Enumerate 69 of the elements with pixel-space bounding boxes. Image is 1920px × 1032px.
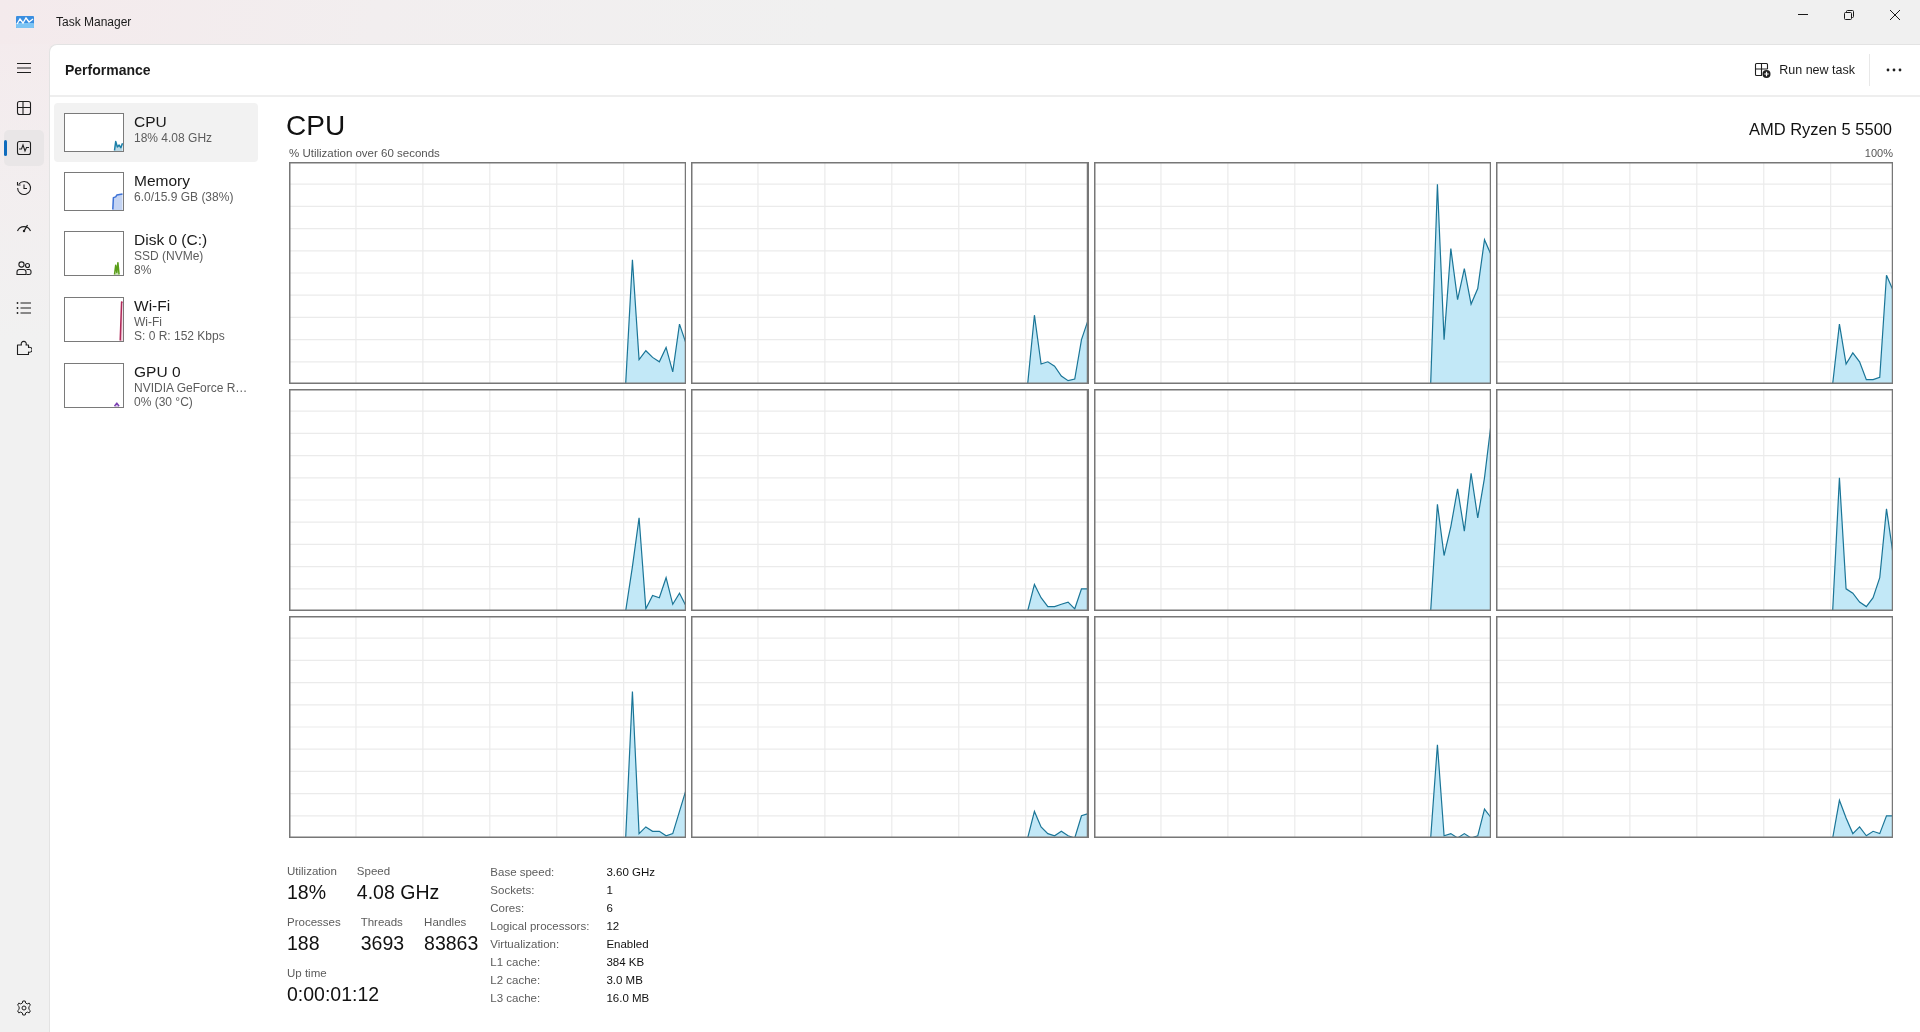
- device-name: Disk 0 (C:): [134, 231, 208, 249]
- device-item[interactable]: CPU 18% 4.08 GHz: [54, 103, 258, 162]
- device-detail: NVIDIA GeForce R…: [134, 381, 248, 395]
- device-item[interactable]: Disk 0 (C:) SSD (NVMe) 8%: [54, 221, 258, 287]
- stat-label: Utilization: [287, 864, 337, 879]
- device-name: GPU 0: [134, 363, 181, 381]
- stat-label: Up time: [287, 966, 328, 981]
- menu-icon: [16, 62, 32, 74]
- device-detail: 0% (30 °C): [134, 395, 193, 409]
- detail-label: Cores:: [490, 901, 526, 916]
- device-name: CPU: [134, 113, 167, 131]
- puzzle-icon: [16, 340, 32, 356]
- minimize-icon: [1798, 14, 1808, 15]
- detail-label: Virtualization:: [490, 937, 561, 952]
- detail-value: 3.60 GHz: [606, 865, 655, 880]
- detail-value: Enabled: [606, 937, 650, 952]
- processor-model: AMD Ryzen 5 5500: [1748, 120, 1892, 139]
- stat-value: 3693: [360, 931, 405, 956]
- stat-label: Handles: [424, 915, 468, 930]
- stat-label: Processes: [287, 915, 341, 930]
- device-detail: S: 0 R: 152 Kbps: [134, 329, 225, 343]
- device-detail: 8%: [134, 263, 152, 277]
- page-title: Performance: [65, 62, 151, 78]
- more-icon: [1886, 68, 1902, 72]
- window-plus-icon: [1754, 62, 1772, 78]
- close-icon: [1890, 9, 1900, 20]
- detail-label: Logical processors:: [490, 919, 590, 934]
- app-icon: [16, 16, 34, 28]
- stat-value: 4.08 GHz: [356, 880, 440, 905]
- device-item[interactable]: Memory 6.0/15.9 GB (38%): [54, 162, 258, 221]
- detail-label: L3 cache:: [490, 991, 542, 1006]
- device-item[interactable]: Wi-Fi Wi-Fi S: 0 R: 152 Kbps: [54, 287, 258, 353]
- detail-value: 1: [606, 883, 614, 898]
- settings-icon: [16, 1000, 32, 1016]
- detail-value: 6: [606, 901, 614, 916]
- window-title: Task Manager: [56, 15, 132, 29]
- device-detail: Wi-Fi: [134, 315, 162, 329]
- detail-value: 12: [606, 919, 621, 934]
- device-detail: 18% 4.08 GHz: [134, 131, 213, 145]
- detail-value: 3.0 MB: [606, 973, 644, 988]
- detail-label: L1 cache:: [490, 955, 542, 970]
- device-detail: 6.0/15.9 GB (38%): [134, 190, 234, 204]
- graph-caption: % Utilization over 60 seconds: [289, 147, 440, 159]
- pulse-icon: [16, 140, 32, 156]
- device-item[interactable]: GPU 0 NVIDIA GeForce R… 0% (30 °C): [54, 353, 258, 419]
- stat-value: 0:00:01:12: [287, 982, 380, 1007]
- device-name: Memory: [134, 172, 190, 190]
- list-icon: [16, 301, 32, 315]
- device-detail: SSD (NVMe): [134, 249, 204, 263]
- nav-tab[interactable]: [4, 130, 44, 166]
- selection-indicator: [4, 140, 7, 156]
- stat-value: 188: [287, 931, 321, 956]
- stat-label: Speed: [356, 864, 392, 879]
- grid-icon: [16, 100, 32, 116]
- stat-label: Threads: [360, 915, 404, 930]
- clock-icon: [16, 180, 32, 196]
- detail-label: L2 cache:: [490, 973, 542, 988]
- run-task-button[interactable]: Run new task: [1744, 56, 1865, 84]
- section-title: CPU: [286, 109, 346, 143]
- detail-label: Sockets:: [490, 883, 536, 898]
- device-name: Wi-Fi: [134, 297, 171, 315]
- graph-max-label: 100%: [1864, 147, 1893, 159]
- stat-value: 83863: [424, 931, 479, 956]
- detail-value: 384 KB: [606, 955, 646, 970]
- detail-value: 16.0 MB: [606, 991, 651, 1006]
- people-icon: [16, 260, 32, 276]
- stat-value: 18%: [287, 880, 328, 905]
- restore-icon: [1844, 9, 1854, 20]
- detail-label: Base speed:: [490, 865, 556, 880]
